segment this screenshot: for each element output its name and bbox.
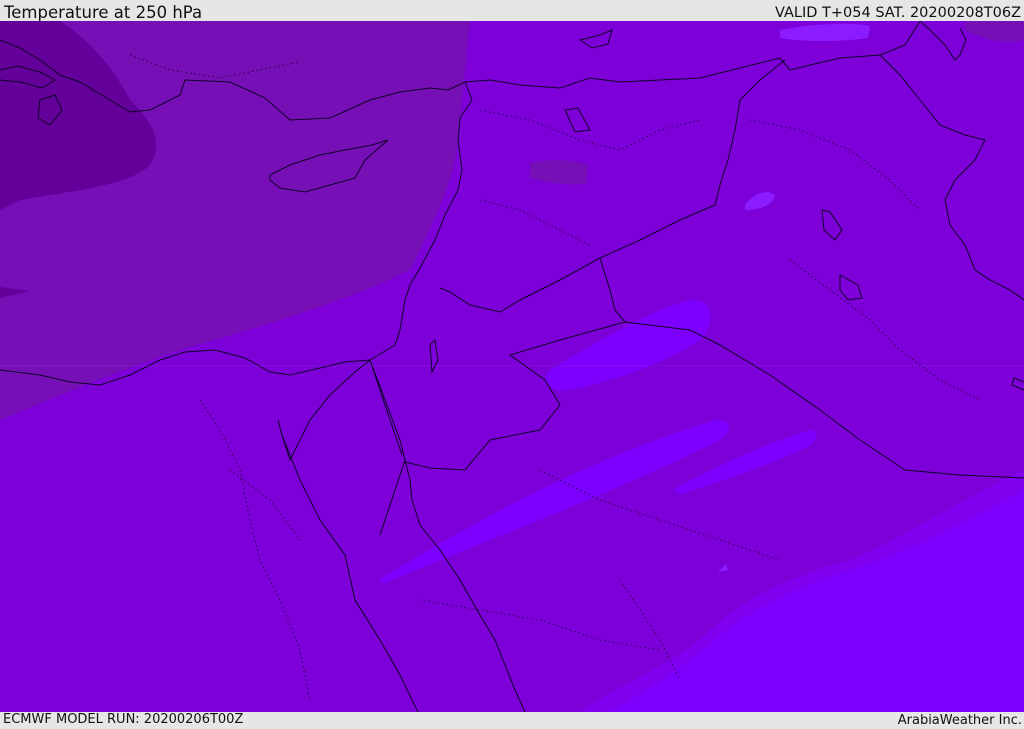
valid-time-label: VALID T+054 SAT. 20200208T06Z <box>775 5 1021 21</box>
model-run-label: ECMWF MODEL RUN: 20200206T00Z <box>3 712 244 727</box>
weather-map-page: Temperature at 250 hPa VALID T+054 SAT. … <box>0 0 1024 729</box>
credit-label: ArabiaWeather Inc. <box>897 713 1022 728</box>
footer-bar: ECMWF MODEL RUN: 20200206T00Z ArabiaWeat… <box>0 712 1024 729</box>
header-bar: Temperature at 250 hPa VALID T+054 SAT. … <box>0 0 1024 21</box>
temperature-map <box>0 21 1024 712</box>
map-title: Temperature at 250 hPa <box>4 3 203 22</box>
